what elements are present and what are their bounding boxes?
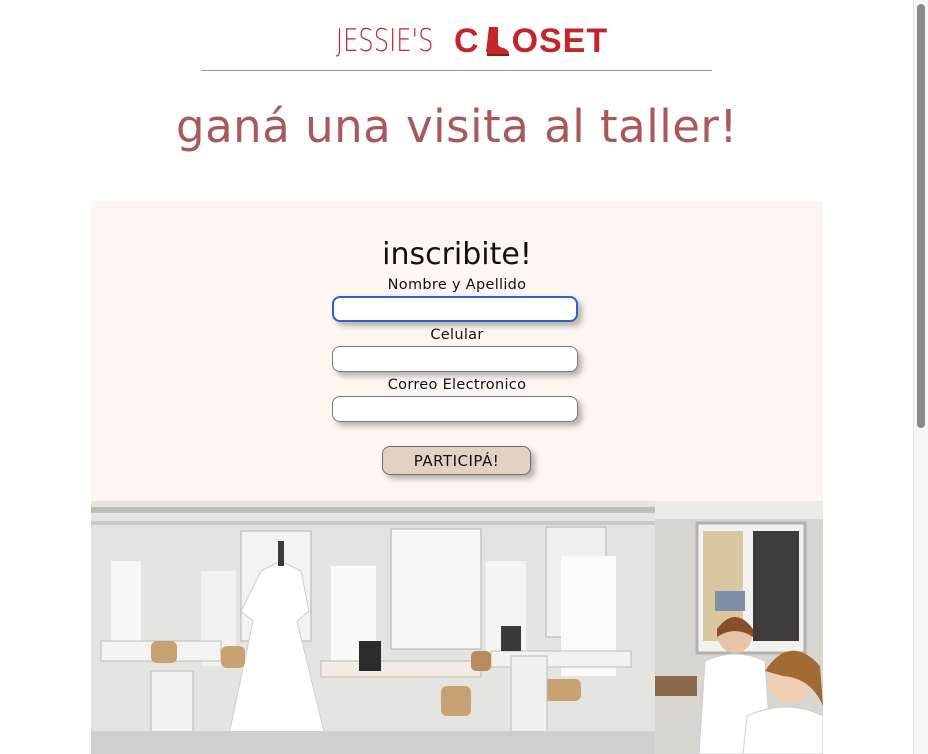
header-divider <box>201 70 712 71</box>
atelier-workshop-image <box>91 501 655 754</box>
seamstresses-scene <box>655 501 823 754</box>
form-title: inscribite! <box>382 237 532 272</box>
atelier-scene <box>91 501 655 754</box>
logo-text-closet: C OSET <box>454 22 608 61</box>
page-viewport: JESSIE'S C OSET ganá una visita al talle… <box>0 0 914 754</box>
phone-label: Celular <box>430 327 484 343</box>
seamstresses-image <box>655 501 823 754</box>
logo-letters-oset: OSET <box>511 21 609 60</box>
logo-letter-c: C <box>454 21 480 60</box>
logo-text-jessies: JESSIE'S <box>336 23 434 59</box>
name-label: Nombre y Apellido <box>387 277 527 293</box>
scrollbar-thumb[interactable] <box>917 4 925 428</box>
email-field[interactable] <box>332 396 578 422</box>
signup-form-panel: inscribite! Nombre y Apellido Celular Co… <box>91 201 823 501</box>
phone-field[interactable] <box>332 346 578 372</box>
jessies-closet-logo[interactable]: JESSIE'S C OSET <box>336 18 607 64</box>
boot-icon <box>485 27 509 56</box>
participate-button[interactable]: PARTICIPÁ! <box>382 446 531 475</box>
vertical-scrollbar[interactable] <box>913 0 928 754</box>
page-headline: ganá una visita al taller! <box>176 100 738 153</box>
name-field[interactable] <box>332 296 578 322</box>
email-label: Correo Electronico <box>387 377 527 393</box>
